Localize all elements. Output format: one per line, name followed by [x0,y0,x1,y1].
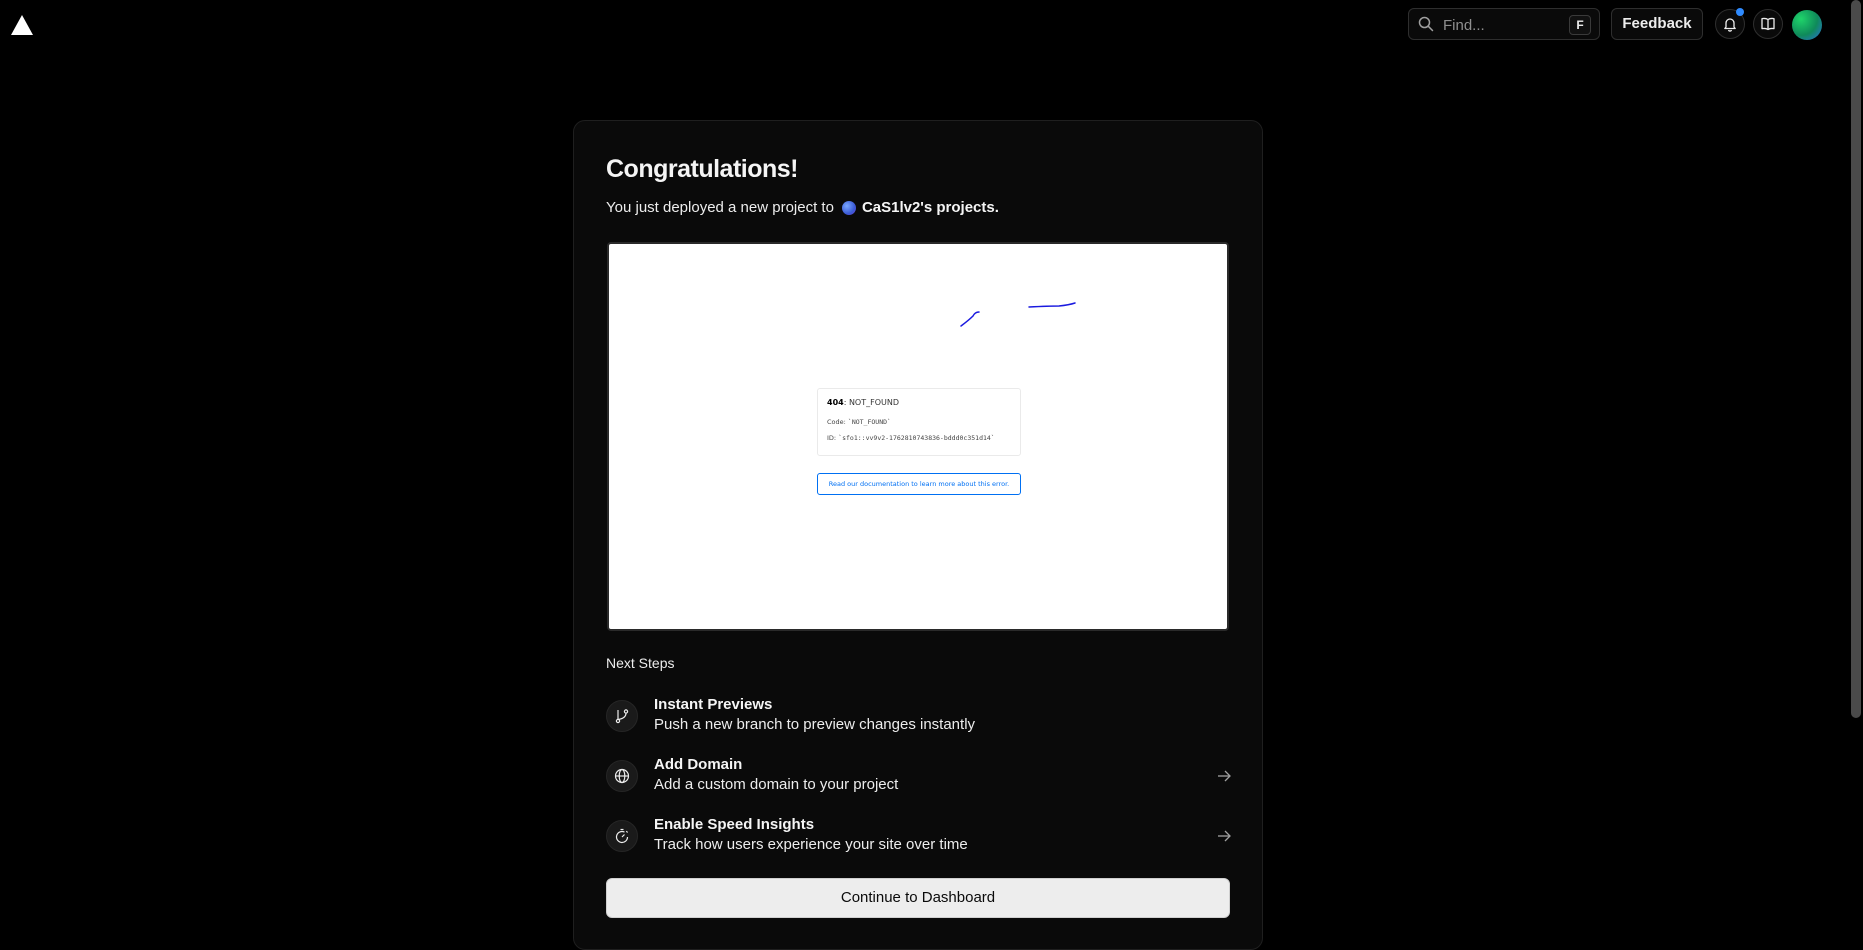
id-value: `sfo1::vv9v2-1762810743836-bddd0c351d14` [838,434,995,442]
step-icon-container [606,760,638,792]
code-value: `NOT_FOUND` [847,418,891,426]
search-icon [1418,16,1434,32]
deployment-preview[interactable]: 404: NOT_FOUND Code: `NOT_FOUND` ID: `sf… [607,242,1229,631]
docs-button[interactable] [1753,9,1783,39]
git-branch-icon [615,709,629,724]
user-avatar[interactable] [1792,10,1822,40]
feedback-button[interactable]: Feedback [1611,8,1703,40]
continue-to-dashboard-button[interactable]: Continue to Dashboard [606,878,1230,918]
team-avatar-icon [841,200,856,215]
step-title: Instant Previews [654,696,773,713]
error-details-box: 404: NOT_FOUND Code: `NOT_FOUND` ID: `sf… [817,388,1021,456]
subtitle-text: You just deployed a new project to [606,199,834,216]
step-instant-previews[interactable]: Instant Previews Push a new branch to pr… [606,696,1232,740]
deployment-subtitle: You just deployed a new project to CaS1l… [606,199,999,216]
step-add-domain[interactable]: Add Domain Add a custom domain to your p… [606,756,1232,800]
step-icon-container [606,820,638,852]
error-id-line: ID: `sfo1::vv9v2-1762810743836-bddd0c351… [827,434,995,442]
search-input[interactable] [1441,14,1565,36]
arrow-right-icon [1218,830,1231,842]
search-shortcut-key: F [1569,15,1591,35]
vercel-triangle-icon[interactable] [10,14,34,36]
deployment-success-card: Congratulations! You just deployed a new… [573,120,1263,950]
search-box[interactable]: F [1408,8,1600,40]
arrow-right-icon [1218,770,1231,782]
notification-badge-dot [1736,8,1744,16]
team-name: CaS1lv2's projects. [861,199,999,216]
step-enable-speed-insights[interactable]: Enable Speed Insights Track how users ex… [606,816,1232,860]
stopwatch-icon [615,828,629,844]
error-docs-link[interactable]: Read our documentation to learn more abo… [817,473,1021,495]
step-description: Track how users experience your site ove… [654,836,968,853]
step-icon-container [606,700,638,732]
book-icon [1761,17,1775,31]
page-title: Congratulations! [606,155,799,183]
globe-icon [614,768,630,784]
error-code-line: Code: `NOT_FOUND` [827,418,891,426]
id-label: ID: [827,434,839,442]
top-navigation-bar: F Feedback [0,0,1863,50]
step-title: Enable Speed Insights [654,816,815,833]
error-status-line: 404: NOT_FOUND [827,398,899,407]
step-title: Add Domain [654,756,743,773]
error-status: : NOT_FOUND [843,398,900,407]
step-description: Push a new branch to preview changes ins… [654,716,976,733]
bell-icon [1724,18,1736,32]
step-description: Add a custom domain to your project [654,776,899,793]
error-code: 404 [827,398,844,407]
code-label: Code: [827,418,848,426]
next-steps-heading: Next Steps [606,655,675,671]
page-scrollbar[interactable] [1851,0,1861,718]
